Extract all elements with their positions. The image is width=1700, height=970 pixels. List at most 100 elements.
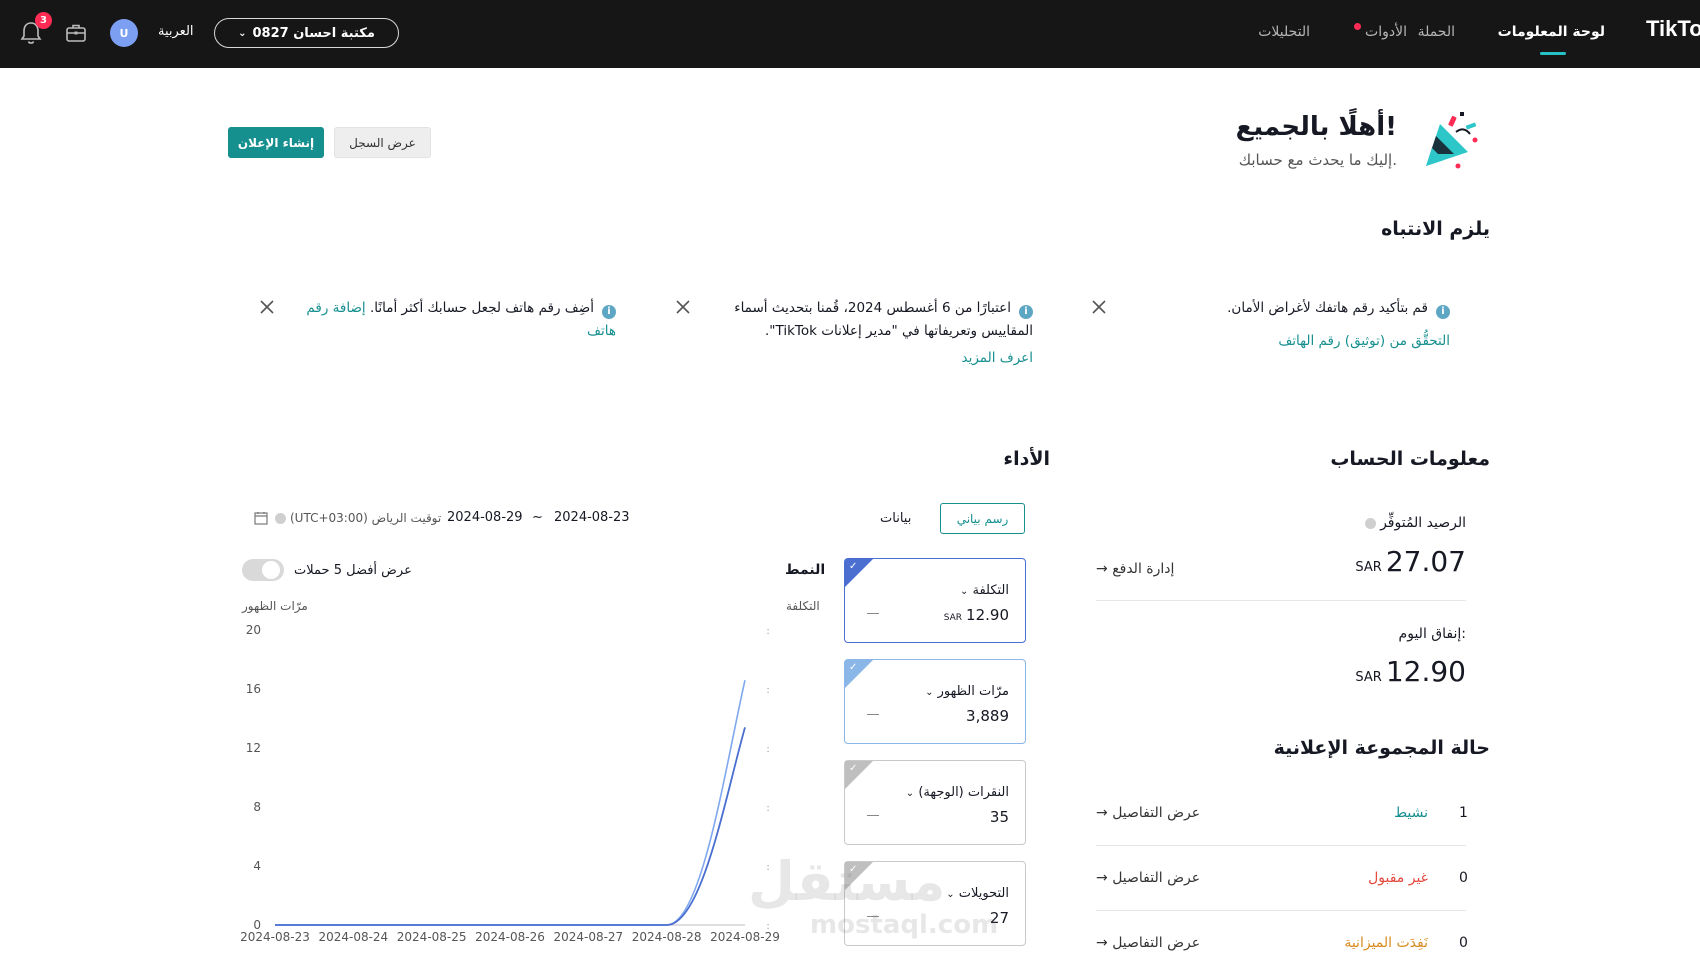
arrow-right-icon: → (1096, 805, 1108, 821)
arrow-right-icon: → (1096, 561, 1108, 577)
y-tick-label: 8 (253, 800, 261, 814)
metric-dash (867, 714, 879, 715)
nav-tools[interactable]: الأدوات (1365, 24, 1407, 40)
x-tick-label: 2024-08-23 (240, 930, 310, 944)
verify-phone-link[interactable]: التحقُّق من (توثيق) رقم الهاتف (1110, 330, 1450, 353)
chevron-down-icon: ⌄ (905, 788, 915, 799)
create-ad-button[interactable]: إنشاء الإعلان (228, 127, 324, 158)
date-start[interactable]: 2024-08-23 (554, 510, 630, 525)
metric-card-cost[interactable]: ✓ ⌄ التكلفة SAR 12.90 (844, 558, 1026, 643)
chevron-down-icon: ⌄ (925, 687, 934, 698)
top5-label: عرض أفضل 5 حملات (294, 563, 412, 578)
info-icon: i (1436, 304, 1450, 319)
y-tick-label: 4 (253, 859, 261, 873)
nav-active-indicator (1540, 52, 1566, 55)
balance-value: SAR 27.07 (1355, 545, 1466, 578)
view-details-link[interactable]: → عرض التفاصيل (1096, 935, 1200, 951)
welcome-title: أهلًا بالجميع! (1235, 112, 1397, 142)
nav-analytics[interactable]: التحليلات (1258, 24, 1310, 40)
learn-more-link[interactable]: اعرف المزيد (693, 347, 1033, 370)
metric-card-clicks[interactable]: ✓ ⌄ النقرات (الوجهة) 35 (844, 760, 1026, 845)
check-icon: ✓ (849, 763, 858, 774)
date-separator: ~ (532, 510, 543, 525)
arrow-right-icon: → (1096, 935, 1108, 951)
balance-label: الرصيد المُتوفِّر (1380, 515, 1466, 531)
series-line (275, 727, 746, 926)
view-details-link[interactable]: → عرض التفاصيل (1096, 870, 1200, 886)
attention-title: يلزم الانتباه (1381, 218, 1490, 240)
info-icon: i (602, 304, 616, 319)
view-history-button[interactable]: عرض السجل (334, 127, 431, 158)
notice-add-phone: iأضِف رقم هاتف لجعل حسابك أكثر أمانًا. إ… (286, 297, 616, 343)
party-popper-icon (1426, 112, 1478, 169)
status-active[interactable]: نشيط (1394, 805, 1428, 821)
watermark: مستقل (748, 850, 946, 913)
metric-value: 35 (989, 808, 1009, 826)
notification-badge: 3 (35, 12, 52, 29)
x-tick-label: 2024-08-26 (475, 930, 545, 944)
tab-data[interactable]: بيانات (880, 511, 911, 526)
check-icon: ✓ (849, 662, 858, 673)
help-icon[interactable] (275, 513, 286, 524)
y-right-tick-mark: : (766, 803, 769, 814)
metric-card-impressions[interactable]: ✓ ⌄ مرّات الظهور 3,889 (844, 659, 1026, 744)
y-axis-right-title: التكلفة (786, 599, 820, 613)
adgroup-status-title: حالة المجموعة الإعلانية (1273, 737, 1490, 759)
briefcase-icon[interactable] (65, 22, 87, 44)
avatar[interactable]: U (110, 19, 138, 47)
y-right-tick-mark: : (766, 744, 769, 755)
y-right-tick-mark: : (766, 685, 769, 696)
account-name: مكتبة احسان 0827 (252, 25, 375, 41)
calendar-icon[interactable] (254, 511, 268, 525)
metric-dash (867, 815, 879, 816)
metric-name: ⌄ التكلفة (959, 583, 1009, 598)
x-tick-label: 2024-08-25 (397, 930, 467, 944)
tiktok-logo[interactable]: TikTok (1646, 16, 1700, 42)
y-tick-label: 12 (246, 741, 261, 755)
tools-new-dot (1354, 23, 1361, 30)
welcome-subtitle: إليك ما يحدث مع حسابك. (1238, 151, 1397, 169)
watermark-sub: mostaql.com (810, 910, 999, 940)
notice-text: أضِف رقم هاتف لجعل حسابك أكثر أمانًا. (369, 300, 594, 316)
close-icon[interactable] (1091, 299, 1107, 315)
status-budget-exhausted[interactable]: نَفِدَت الميزانية (1344, 935, 1428, 951)
x-tick-label: 2024-08-27 (553, 930, 623, 944)
today-spend-label: إنفاق اليوم: (1398, 626, 1466, 642)
info-icon: i (1019, 304, 1033, 319)
help-icon[interactable] (1365, 518, 1376, 529)
status-count-rejected: 0 (1459, 870, 1468, 886)
divider (1096, 845, 1466, 846)
nav-dashboard[interactable]: لوحة المعلومات (1498, 24, 1605, 40)
x-tick-label: 2024-08-28 (632, 930, 702, 944)
notice-text: اعتبارًا من 6 أغسطس 2024، قُمنا بتحديث أ… (734, 300, 1033, 339)
close-icon[interactable] (675, 299, 691, 315)
y-right-tick-mark: : (766, 626, 769, 637)
close-icon[interactable] (259, 299, 275, 315)
arrow-right-icon: → (1096, 870, 1108, 886)
metric-name: ⌄ مرّات الظهور (925, 684, 1009, 699)
x-tick-label: 2024-08-29 (710, 930, 780, 944)
notice-verify-phone: i قم بتأكيد رقم هاتفك لأغراض الأمان. التح… (1110, 297, 1450, 353)
view-details-link[interactable]: → عرض التفاصيل (1096, 805, 1200, 821)
account-selector[interactable]: ⌄ مكتبة احسان 0827 (214, 18, 399, 48)
metric-value: SAR 12.90 (943, 606, 1009, 624)
metric-name: ⌄ النقرات (الوجهة) (905, 785, 1009, 800)
x-tick-label: 2024-08-24 (318, 930, 388, 944)
chevron-down-icon: ⌄ (959, 586, 969, 597)
metric-value: 3,889 (966, 707, 1009, 725)
y-tick-label: 20 (246, 623, 261, 637)
notice-text: قم بتأكيد رقم هاتفك لأغراض الأمان. (1227, 300, 1428, 316)
language-selector[interactable]: العربية (158, 24, 194, 39)
today-spend-value: SAR 12.90 (1355, 655, 1466, 688)
performance-chart[interactable]: 0:4:8:12:16:20:2024-08-23 2024-08-24 2024-… (235, 615, 815, 945)
y-tick-label: 16 (246, 682, 261, 696)
status-rejected[interactable]: غير مقبول (1368, 870, 1428, 886)
manage-payment-link[interactable]: → إدارة الدفع (1096, 561, 1174, 577)
chevron-down-icon: ⌄ (238, 27, 247, 39)
status-count-budget: 0 (1459, 935, 1468, 951)
date-end[interactable]: 2024-08-29 (447, 510, 523, 525)
performance-title: الأداء (1003, 448, 1050, 470)
metric-dash (867, 613, 879, 614)
nav-campaign[interactable]: الحملة (1418, 24, 1455, 40)
tab-chart[interactable]: رسم بياني (940, 503, 1025, 534)
